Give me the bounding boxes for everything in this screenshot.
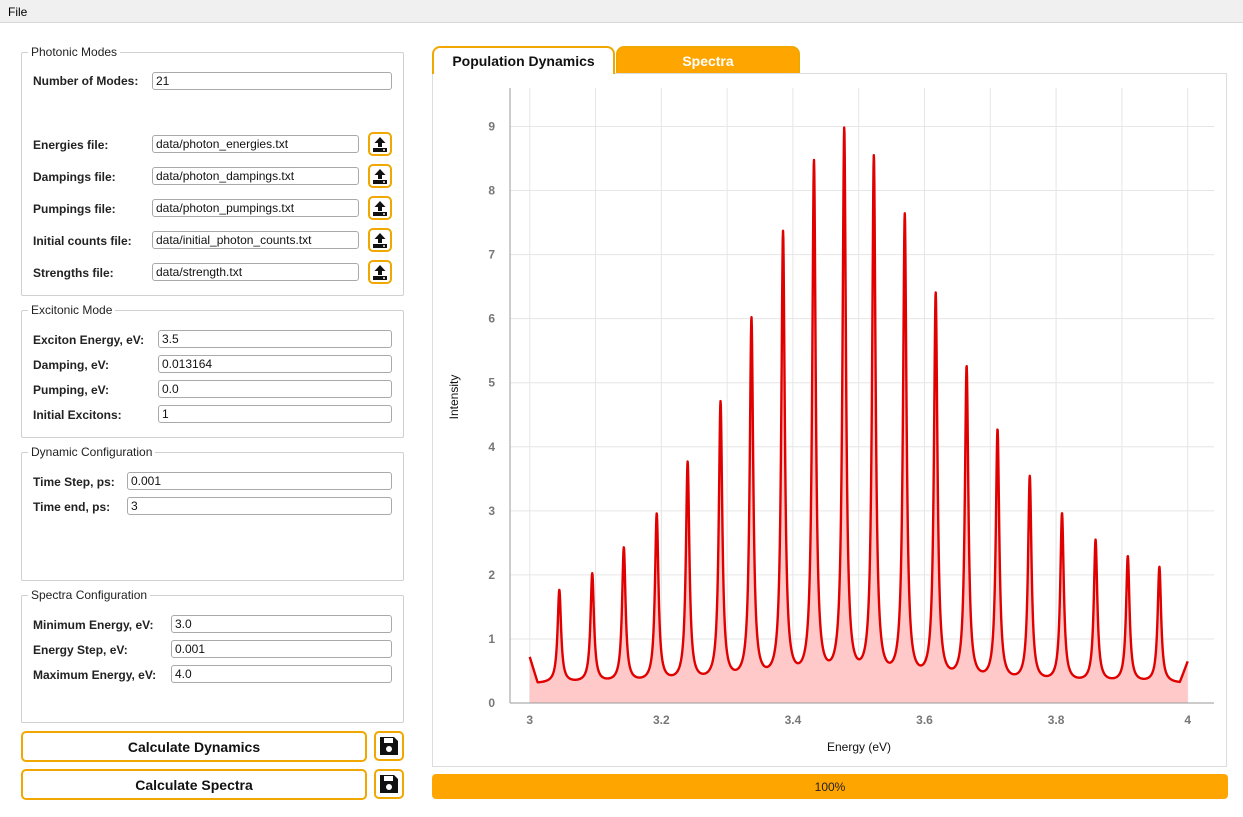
initial-excitons-input[interactable]: 1 <box>158 405 392 423</box>
y-tick-label: 9 <box>488 119 495 133</box>
spectrum-chart: 3 3.2 3.4 3.6 3.8 4 0 1 2 3 4 5 6 7 8 9 Energy (eV) Int… <box>447 88 1214 754</box>
exciton-damping-label: Damping, eV: <box>33 358 110 372</box>
min-energy-input[interactable]: 3.0 <box>171 615 392 633</box>
y-tick-label: 5 <box>488 376 495 390</box>
save-spectra-button[interactable] <box>374 769 404 799</box>
photonic-modes-legend: Photonic Modes <box>31 45 118 59</box>
menu-bar: File <box>0 0 1243 23</box>
dynamic-config-legend: Dynamic Configuration <box>31 445 153 459</box>
exciton-energy-label: Exciton Energy, eV: <box>33 333 145 347</box>
chart-panel: 3 3.2 3.4 3.6 3.8 4 0 1 2 3 4 5 6 7 8 9 Energy (eV) Int… <box>432 73 1227 767</box>
exciton-energy-input[interactable]: 3.5 <box>158 330 392 348</box>
x-tick-label: 3.2 <box>653 713 670 727</box>
initial-counts-file-input[interactable]: data/initial_photon_counts.txt <box>152 231 359 249</box>
time-step-label: Time Step, ps: <box>33 475 115 489</box>
time-end-label: Time end, ps: <box>33 500 111 514</box>
y-tick-label: 4 <box>488 440 495 454</box>
x-tick-label: 3 <box>526 713 533 727</box>
x-tick-label: 4 <box>1184 713 1191 727</box>
y-tick-label: 3 <box>488 504 495 518</box>
x-axis-label: Energy (eV) <box>827 740 891 754</box>
max-energy-input[interactable]: 4.0 <box>171 665 392 683</box>
save-dynamics-button[interactable] <box>374 731 404 761</box>
y-tick-label: 2 <box>488 568 495 582</box>
time-end-input[interactable]: 3 <box>127 497 392 515</box>
upload-icon <box>373 233 387 248</box>
upload-icon <box>373 137 387 152</box>
y-tick-label: 0 <box>488 696 495 710</box>
x-tick-label: 3.6 <box>916 713 933 727</box>
tab-population-dynamics[interactable]: Population Dynamics <box>432 46 615 74</box>
y-tick-label: 7 <box>488 248 495 262</box>
strengths-file-input[interactable]: data/strength.txt <box>152 263 359 281</box>
x-tick-label: 3.8 <box>1048 713 1065 727</box>
pumpings-file-label: Pumpings file: <box>33 202 116 216</box>
dampings-file-input[interactable]: data/photon_dampings.txt <box>152 167 359 185</box>
energies-file-label: Energies file: <box>33 138 109 152</box>
energies-file-input[interactable]: data/photon_energies.txt <box>152 135 359 153</box>
upload-icon <box>373 169 387 184</box>
upload-icon <box>373 265 387 280</box>
spectra-config-legend: Spectra Configuration <box>31 588 148 602</box>
calculate-spectra-button[interactable]: Calculate Spectra <box>21 769 367 800</box>
max-energy-label: Maximum Energy, eV: <box>33 668 157 682</box>
initial-excitons-label: Initial Excitons: <box>33 408 122 422</box>
tab-spectra[interactable]: Spectra <box>616 46 800 74</box>
excitonic-mode-legend: Excitonic Mode <box>31 303 113 317</box>
min-energy-label: Minimum Energy, eV: <box>33 618 154 632</box>
chart-axes <box>509 88 1214 704</box>
initial-counts-file-label: Initial counts file: <box>33 234 132 248</box>
dampings-file-label: Dampings file: <box>33 170 116 184</box>
upload-icon <box>373 201 387 216</box>
strengths-file-label: Strengths file: <box>33 266 114 280</box>
upload-energies-button[interactable] <box>368 132 392 156</box>
y-tick-label: 6 <box>488 312 495 326</box>
progress-label: 100% <box>814 779 846 794</box>
exciton-pumping-input[interactable]: 0.0 <box>158 380 392 398</box>
upload-pumpings-button[interactable] <box>368 196 392 220</box>
num-modes-input[interactable]: 21 <box>152 72 392 90</box>
exciton-pumping-label: Pumping, eV: <box>33 383 110 397</box>
energy-step-input[interactable]: 0.001 <box>171 640 392 658</box>
upload-dampings-button[interactable] <box>368 164 392 188</box>
time-step-input[interactable]: 0.001 <box>127 472 392 490</box>
menu-file[interactable]: File <box>2 2 33 21</box>
y-tick-label: 8 <box>488 184 495 198</box>
upload-initial-counts-button[interactable] <box>368 228 392 252</box>
energy-step-label: Energy Step, eV: <box>33 643 128 657</box>
calculate-dynamics-button[interactable]: Calculate Dynamics <box>21 731 367 762</box>
y-axis-label: Intensity <box>447 375 461 420</box>
pumpings-file-input[interactable]: data/photon_pumpings.txt <box>152 199 359 217</box>
y-tick-label: 1 <box>488 632 495 646</box>
progress-bar: 100% <box>432 774 1228 799</box>
save-icon <box>380 775 398 793</box>
num-modes-label: Number of Modes: <box>33 74 139 88</box>
x-tick-label: 3.4 <box>785 713 802 727</box>
chart-grid <box>510 88 1214 704</box>
exciton-damping-input[interactable]: 0.013164 <box>158 355 392 373</box>
upload-strengths-button[interactable] <box>368 260 392 284</box>
save-icon <box>380 737 398 755</box>
